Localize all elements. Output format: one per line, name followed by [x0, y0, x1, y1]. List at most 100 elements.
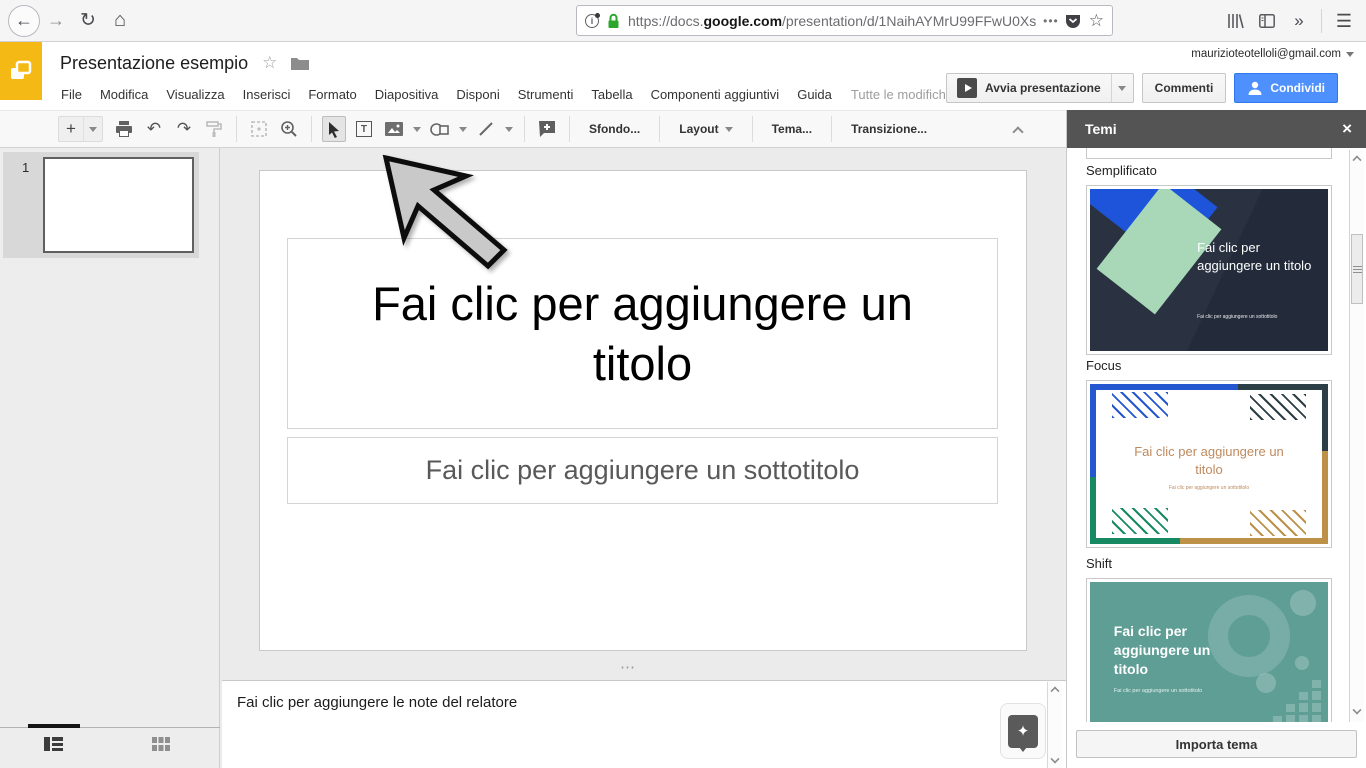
slide-number: 1 [22, 160, 29, 175]
scroll-up-icon[interactable] [1352, 155, 1361, 164]
menu-disponi[interactable]: Disponi [447, 87, 508, 102]
home-icon[interactable]: ⌂ [104, 5, 136, 37]
scroll-down-icon[interactable] [1352, 705, 1361, 714]
comments-button[interactable]: Commenti [1142, 73, 1227, 103]
account-menu[interactable]: maurizioteotelloli@gmail.com [1191, 48, 1354, 60]
paint-format-icon[interactable] [202, 116, 226, 142]
menu-formato[interactable]: Formato [299, 87, 365, 102]
document-title[interactable]: Presentazione esempio [60, 53, 248, 74]
slide-canvas[interactable]: Fai clic per aggiungere un titolo Fai cl… [259, 170, 1027, 651]
menu-tabella[interactable]: Tabella [582, 87, 641, 102]
themes-panel-title: Temi [1085, 121, 1117, 137]
theme-name-semplificato: Semplificato [1086, 163, 1157, 178]
url-bar[interactable]: i https://docs.google.com/presentation/d… [576, 5, 1113, 36]
background-button[interactable]: Sfondo... [577, 110, 652, 148]
decor-dot [1295, 656, 1309, 670]
theme-title-text: Fai clic per aggiungere un titolo [1197, 239, 1323, 275]
scroll-down-icon[interactable] [1050, 754, 1059, 763]
theme-card-focus[interactable]: Fai clic per aggiungere un titolo Fai cl… [1086, 380, 1332, 548]
subtitle-placeholder-box[interactable]: Fai clic per aggiungere un sottotitolo [287, 437, 998, 504]
slide-thumbnail-item[interactable]: 1 [3, 152, 199, 258]
themes-panel: Temi × Semplificato Fai clic per aggiung… [1066, 110, 1366, 768]
theme-card-shift[interactable]: Fai clic per aggiungere un titolo Fai cl… [1086, 578, 1332, 746]
fit-zoom-icon[interactable] [247, 116, 271, 142]
explore-button[interactable]: ✦ [1008, 715, 1038, 748]
present-button[interactable]: Avvia presentazione [947, 74, 1111, 102]
import-theme-button[interactable]: Importa tema [1076, 730, 1357, 758]
shape-caret-icon[interactable] [458, 116, 468, 142]
star-document-icon[interactable]: ☆ [262, 53, 277, 73]
edit-toolbar: + ↶ ↷ T Sfondo... Layout Tema... Transiz… [0, 110, 1066, 148]
notes-resize-handle[interactable]: ⋯ [620, 658, 636, 676]
text-box-icon[interactable]: T [352, 116, 376, 142]
forward-icon[interactable]: → [40, 5, 72, 37]
person-icon [1247, 81, 1263, 95]
new-slide-caret-icon[interactable] [83, 117, 102, 141]
back-icon[interactable]: ← [8, 5, 40, 37]
theme-card-partial[interactable] [1086, 148, 1332, 159]
filmstrip-view-icon[interactable] [44, 736, 63, 757]
insert-image-icon[interactable] [382, 116, 406, 142]
lock-icon[interactable] [607, 13, 620, 29]
themes-scrollbar[interactable] [1349, 150, 1364, 722]
theme-title-text: Fai clic per aggiungere un titolo [1126, 443, 1293, 479]
menu-file[interactable]: File [52, 87, 91, 102]
grid-view-icon[interactable] [152, 736, 170, 757]
browser-toolbar: ← → ↻ ⌂ i https://docs.google.com/presen… [0, 0, 1366, 42]
toolbar-separator [311, 116, 312, 142]
slides-logo[interactable] [0, 42, 42, 100]
select-tool-icon[interactable] [322, 116, 346, 142]
line-caret-icon[interactable] [504, 116, 514, 142]
undo-icon[interactable]: ↶ [142, 116, 166, 142]
scroll-up-icon[interactable] [1050, 686, 1059, 695]
library-icon[interactable] [1219, 5, 1251, 37]
insert-line-icon[interactable] [474, 116, 498, 142]
folder-icon[interactable] [291, 56, 309, 70]
menu-diapositiva[interactable]: Diapositiva [366, 87, 448, 102]
decor-hatch [1112, 508, 1168, 534]
share-button[interactable]: Condividi [1234, 73, 1338, 103]
page-actions-icon[interactable]: ••• [1043, 14, 1059, 28]
slides-logo-icon [8, 58, 34, 84]
zoom-icon[interactable] [277, 116, 301, 142]
decor-hatch [1250, 394, 1306, 420]
speaker-notes-panel[interactable]: Fai clic per aggiungere le note del rela… [222, 680, 1066, 768]
close-icon[interactable]: × [1342, 119, 1352, 139]
toolbar-separator [659, 116, 660, 142]
notes-scrollbar[interactable] [1047, 682, 1062, 768]
page-info-icon[interactable]: i [585, 14, 599, 28]
decor-edge [1322, 451, 1328, 544]
print-icon[interactable] [112, 116, 136, 142]
present-button-group: Avvia presentazione [946, 73, 1134, 103]
overflow-icon[interactable]: » [1283, 5, 1315, 37]
hamburger-menu-icon[interactable]: ☰ [1328, 5, 1360, 37]
transition-button[interactable]: Transizione... [839, 110, 939, 148]
redo-icon[interactable]: ↷ [172, 116, 196, 142]
theme-subtitle-text: Fai clic per aggiungere un sottotitolo [1114, 688, 1257, 694]
layout-button[interactable]: Layout [667, 110, 744, 148]
insert-shape-icon[interactable] [428, 116, 452, 142]
new-slide-button[interactable]: + [58, 116, 103, 142]
theme-button[interactable]: Tema... [760, 110, 824, 148]
image-caret-icon[interactable] [412, 116, 422, 142]
scrollbar-thumb[interactable] [1351, 234, 1363, 304]
theme-subtitle-text: Fai clic per aggiungere un sottotitolo [1126, 485, 1293, 491]
menu-componenti-aggiuntivi[interactable]: Componenti aggiuntivi [642, 87, 789, 102]
bookmark-star-icon[interactable]: ☆ [1089, 11, 1104, 31]
sidebar-icon[interactable] [1251, 5, 1283, 37]
menu-inserisci[interactable]: Inserisci [234, 87, 300, 102]
explore-star-icon: ✦ [1017, 722, 1030, 740]
reload-icon[interactable]: ↻ [72, 5, 104, 37]
menu-strumenti[interactable]: Strumenti [509, 87, 583, 102]
pocket-icon[interactable] [1065, 13, 1081, 29]
menu-modifica[interactable]: Modifica [91, 87, 157, 102]
menu-guida[interactable]: Guida [788, 87, 841, 102]
theme-title-text: Fai clic per aggiungere un titolo [1114, 622, 1247, 679]
menu-visualizza[interactable]: Visualizza [157, 87, 233, 102]
collapse-toolbar-icon[interactable] [1012, 126, 1023, 137]
subtitle-placeholder-text: Fai clic per aggiungere un sottotitolo [426, 455, 860, 486]
insert-comment-icon[interactable] [535, 116, 559, 142]
url-text[interactable]: https://docs.google.com/presentation/d/1… [628, 13, 1037, 29]
present-dropdown-button[interactable] [1111, 74, 1133, 102]
theme-card-semplificato[interactable]: Fai clic per aggiungere un titolo Fai cl… [1086, 185, 1332, 355]
